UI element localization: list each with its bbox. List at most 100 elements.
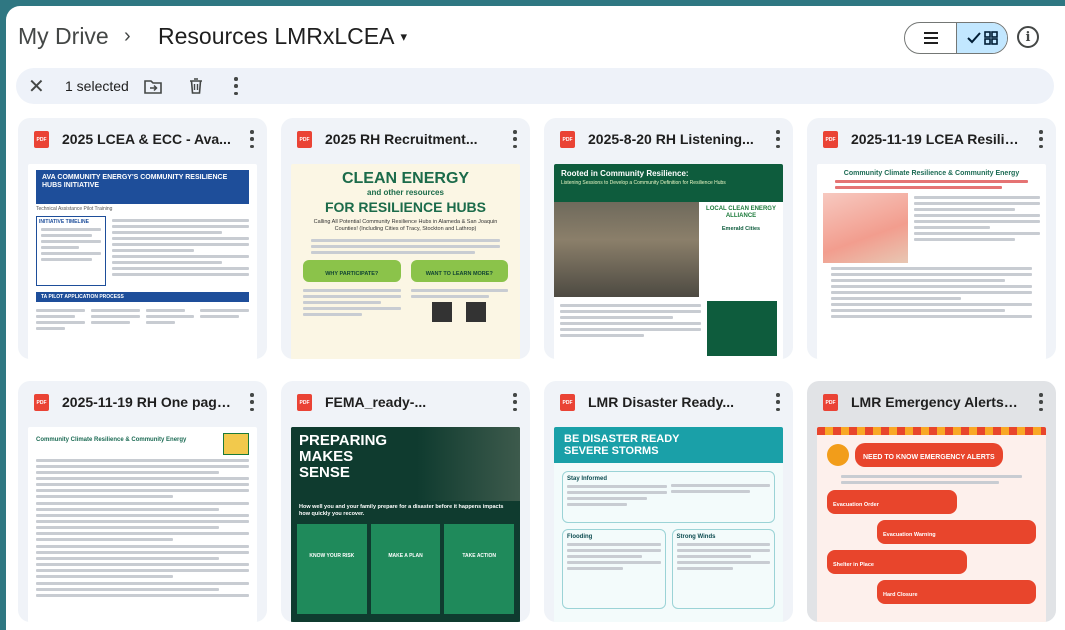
card-header: PDF FEMA_ready-... [281, 381, 530, 423]
thumb-row3: Shelter in Place [827, 550, 967, 574]
thumb-box2: TA PILOT APPLICATION PROCESS [41, 294, 124, 300]
list-icon [923, 32, 938, 44]
pdf-icon: PDF [297, 394, 312, 411]
thumb-line2: and other resources [367, 188, 444, 197]
pdf-icon: PDF [34, 131, 49, 148]
selection-count: 1 selected [65, 78, 129, 94]
file-card[interactable]: PDF 2025 LCEA & ECC - Ava... AVA COMMUNI… [18, 118, 267, 359]
thumb-photo [554, 202, 699, 297]
trash-icon[interactable] [186, 76, 206, 96]
file-card[interactable]: PDF 2025-11-19 RH One pager... Community… [18, 381, 267, 622]
file-card[interactable]: PDF FEMA_ready-... PREPARING MAKES SENSE… [281, 381, 530, 622]
file-title: 2025 LCEA & ECC - Ava... [62, 131, 231, 147]
thumb-col2: MAKE A PLAN [370, 524, 441, 614]
thumb-timeline-box: INITIATIVE TIMELINE [36, 216, 106, 286]
thumb-line2: MAKES [299, 448, 354, 465]
selection-toolbar: ✕ 1 selected [16, 68, 1054, 104]
drive-window: My Drive › Resources LMRxLCEA ▾ i ✕ 1 se… [6, 6, 1065, 630]
file-thumbnail: Community Climate Resilience & Community… [817, 164, 1046, 359]
thumb-line1: PREPARING [299, 432, 388, 449]
thumb-line3: SENSE [299, 464, 350, 481]
grid-view-button[interactable] [956, 23, 1007, 53]
more-vert-icon[interactable] [775, 130, 781, 148]
thumb-banner: AVA COMMUNITY ENERGY'S COMMUNITY RESILIE… [36, 170, 249, 204]
file-thumbnail: Community Climate Resilience & Community… [28, 427, 257, 622]
thumb-heading: Community Climate Resilience & Community… [843, 170, 1020, 177]
grid-icon [983, 31, 998, 45]
thumb-banner: Rooted in Community Resilience: Listenin… [554, 164, 783, 202]
close-icon[interactable]: ✕ [28, 74, 45, 99]
thumb-s2: Flooding [567, 534, 593, 540]
file-title: FEMA_ready-... [325, 394, 427, 410]
thumb-s1: Stay Informed [567, 476, 608, 482]
card-header: PDF LMR Emergency Alerts.pdf [807, 381, 1056, 423]
pdf-icon: PDF [34, 394, 49, 411]
thumb-row2: Evacuation Warning [877, 520, 1036, 544]
file-card[interactable]: PDF 2025 RH Recruitment... CLEAN ENERGY … [281, 118, 530, 359]
thumb-logo1: LOCAL CLEAN ENERGY ALLIANCE [706, 206, 776, 219]
file-thumbnail: Rooted in Community Resilience: Listenin… [554, 164, 783, 359]
thumb-logo [223, 433, 249, 455]
more-vert-icon[interactable] [1038, 130, 1044, 148]
thumb-heading: AVA COMMUNITY ENERGY'S COMMUNITY RESILIE… [42, 174, 228, 189]
card-header: PDF LMR Disaster Ready... [544, 381, 793, 423]
checkmark-icon [966, 32, 981, 44]
thumb-banner: NEED TO KNOW EMERGENCY ALERTS [855, 443, 1003, 467]
file-title: 2025-8-20 RH Listening... [588, 131, 754, 147]
more-vert-icon[interactable] [249, 393, 255, 411]
file-title: 2025-11-19 LCEA Resilien... [851, 131, 1021, 147]
qr-code-icon [432, 302, 453, 322]
pdf-icon: PDF [823, 131, 838, 148]
card-header: PDF 2025-8-20 RH Listening... [544, 118, 793, 160]
thumb-row4: Hard Closure [877, 580, 1036, 604]
file-card-selected[interactable]: PDF LMR Emergency Alerts.pdf NEED TO KNO… [807, 381, 1056, 622]
thumb-heading: Community Climate Resilience & Community… [36, 437, 187, 443]
more-vert-icon[interactable] [226, 76, 246, 96]
file-card[interactable]: PDF 2025-11-19 LCEA Resilien... Communit… [807, 118, 1056, 359]
qr-code-icon [466, 302, 487, 322]
thumb-line2: SEVERE STORMS [564, 445, 659, 457]
thumb-logo2: Emerald Cities [721, 226, 761, 232]
list-view-button[interactable] [905, 23, 956, 53]
file-title: LMR Disaster Ready... [588, 394, 735, 410]
pdf-icon: PDF [823, 394, 838, 411]
card-header: PDF 2025 RH Recruitment... [281, 118, 530, 160]
thumb-sub: How well you and your family prepare for… [299, 504, 504, 517]
more-vert-icon[interactable] [775, 393, 781, 411]
file-thumbnail: NEED TO KNOW EMERGENCY ALERTS Evacuation… [817, 427, 1046, 622]
thumb-line3: FOR RESILIENCE HUBS [324, 199, 486, 215]
thumb-sub: Listening Sessions to Develop a Communit… [561, 180, 726, 186]
file-title: LMR Emergency Alerts.pdf [851, 394, 1021, 410]
thumb-banner-2: TA PILOT APPLICATION PROCESS [36, 292, 249, 302]
thumb-line1: BE DISASTER READY [564, 433, 680, 445]
alert-icon [827, 444, 849, 466]
thumb-box1: INITIATIVE TIMELINE [39, 219, 89, 225]
card-header: PDF 2025-11-19 LCEA Resilien... [807, 118, 1056, 160]
caret-down-icon: ▾ [400, 28, 407, 44]
folder-name: Resources LMRxLCEA [158, 23, 395, 49]
breadcrumb-my-drive[interactable]: My Drive [18, 23, 109, 50]
file-title: 2025 RH Recruitment... [325, 131, 478, 147]
info-icon[interactable]: i [1017, 26, 1039, 48]
pdf-icon: PDF [297, 131, 312, 148]
file-card[interactable]: PDF LMR Disaster Ready... BE DISASTER RE… [544, 381, 793, 622]
breadcrumb-separator-icon: › [124, 25, 131, 47]
more-vert-icon[interactable] [249, 130, 255, 148]
thumb-col1: KNOW YOUR RISK [297, 524, 367, 614]
thumb-btn2: WANT TO LEARN MORE? [410, 260, 508, 282]
breadcrumb-current-folder[interactable]: Resources LMRxLCEA ▾ [158, 23, 407, 50]
thumb-btn1: WHY PARTICIPATE? [303, 260, 401, 282]
file-card[interactable]: PDF 2025-8-20 RH Listening... Rooted in … [544, 118, 793, 359]
thumb-row1: Evacuation Order [827, 490, 957, 514]
more-vert-icon[interactable] [1038, 393, 1044, 411]
more-vert-icon[interactable] [512, 393, 518, 411]
thumb-s3: Strong Winds [676, 534, 716, 540]
header: My Drive › Resources LMRxLCEA ▾ i [6, 6, 1065, 64]
move-to-folder-icon[interactable] [143, 76, 163, 96]
card-header: PDF 2025-11-19 RH One pager... [18, 381, 267, 423]
thumb-sub: Technical Assistance Pilot Training [36, 206, 113, 212]
more-vert-icon[interactable] [512, 130, 518, 148]
file-title: 2025-11-19 RH One pager... [62, 394, 232, 410]
thumb-sub: Calling All Potential Community Resilien… [313, 219, 498, 232]
file-thumbnail: CLEAN ENERGY and other resources FOR RES… [291, 164, 520, 359]
